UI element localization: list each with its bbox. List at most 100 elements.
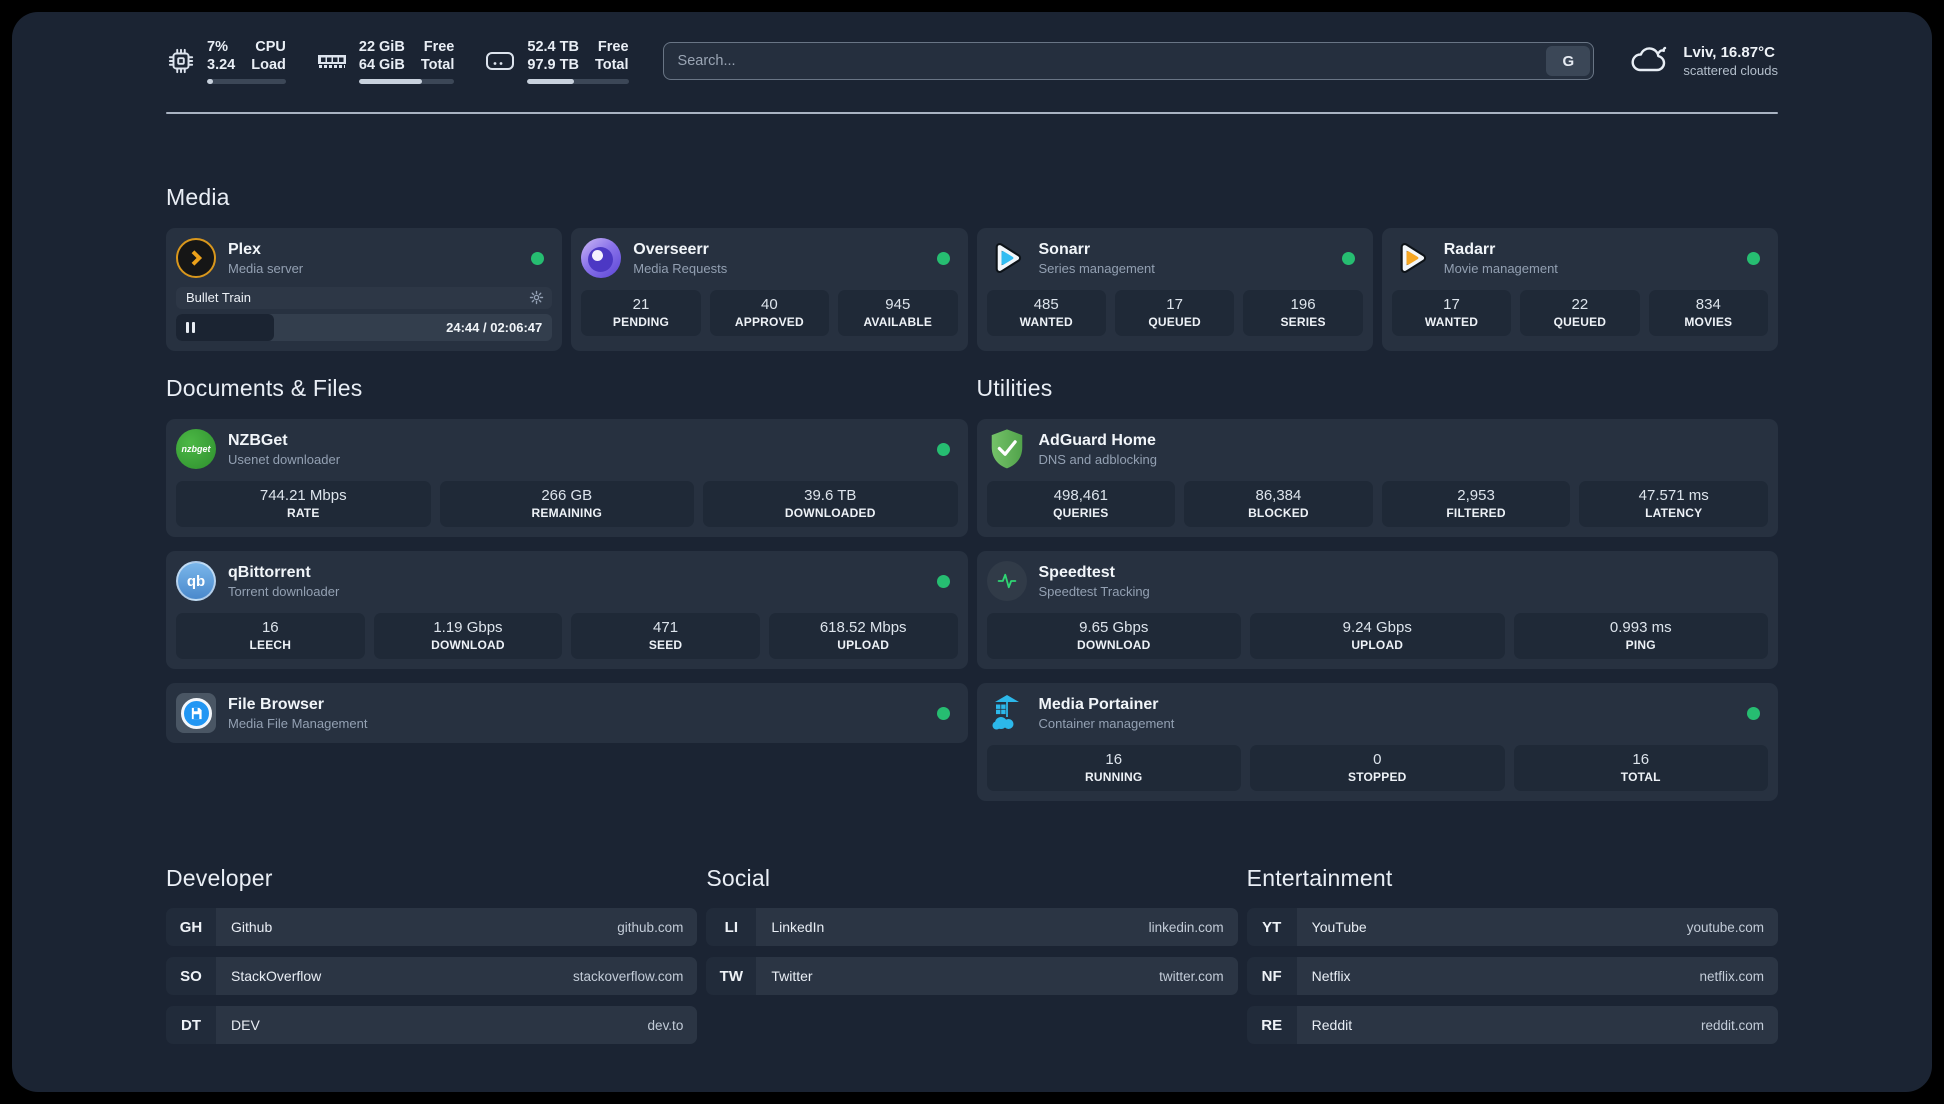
- app-subtitle: DNS and adblocking: [1038, 451, 1158, 467]
- ram-free-value: 22 GiB: [358, 39, 405, 55]
- section-title-utilities: Utilities: [976, 375, 1053, 401]
- cpu-stat: 7% 3.24 CPU Load: [166, 38, 286, 84]
- section-documents: Documents & Files nzbget NZBGet Usenet d…: [166, 375, 968, 801]
- weather-location-temp: Lviv, 16.87°C: [1683, 44, 1775, 61]
- app-subtitle: Usenet downloader: [228, 451, 341, 467]
- app-name: Overseerr: [633, 240, 709, 258]
- disk-icon: [484, 46, 516, 76]
- stat-queries: 498,461 QUERIES: [986, 481, 1176, 527]
- status-online-dot: [936, 442, 950, 456]
- app-card-radarr[interactable]: Radarr Movie management 17 WANTED 22 QUEUE…: [1381, 228, 1778, 351]
- stat-seed: 471 SEED: [571, 613, 760, 659]
- bookmark-linkedin[interactable]: LI LinkedIn linkedin.com: [706, 908, 1238, 946]
- adguard-icon: [987, 429, 1027, 469]
- playback-progress-bar[interactable]: 24:44 / 02:06:47: [176, 314, 553, 341]
- gear-icon[interactable]: [529, 290, 544, 305]
- bookmark-abbr: YT: [1246, 908, 1297, 946]
- stat-wanted: 485 WANTED: [986, 290, 1106, 336]
- cpu-usage-label: CPU: [255, 39, 286, 55]
- stat-download: 1.19 Gbps DOWNLOAD: [373, 613, 563, 659]
- disk-free-value: 52.4 TB: [527, 39, 579, 55]
- nzbget-icon: nzbget: [176, 429, 216, 469]
- bookmark-dev[interactable]: DT DEV dev.to: [166, 1006, 698, 1044]
- stat-leech: 16 LEECH: [176, 613, 365, 659]
- section-title-media: Media: [166, 184, 230, 210]
- status-online-dot: [1747, 251, 1760, 265]
- bookmark-abbr: SO: [166, 957, 216, 995]
- bookmark-twitter[interactable]: TW Twitter twitter.com: [706, 957, 1238, 995]
- search-provider-button[interactable]: G: [1546, 46, 1591, 76]
- search-input[interactable]: [662, 42, 1595, 80]
- app-card-nzbget[interactable]: nzbget NZBGet Usenet downloader 744.21 M…: [166, 419, 968, 537]
- disk-progress-bar: [527, 79, 629, 84]
- stat-stopped: 0 STOPPED: [1250, 745, 1505, 791]
- stat-wanted: 17 WANTED: [1391, 290, 1512, 336]
- app-card-adguard[interactable]: AdGuard Home DNS and adblocking 498,461 Q…: [976, 419, 1778, 537]
- dashboard-panel: 7% 3.24 CPU Load 22 GiB 64 GiB Free Tota…: [12, 12, 1932, 1092]
- disk-total-label: Total: [594, 57, 629, 73]
- bookmark-reddit[interactable]: RE Reddit reddit.com: [1246, 1006, 1778, 1044]
- stat-pending: 21 PENDING: [581, 290, 701, 336]
- stat-latency: 47.571 ms LATENCY: [1579, 481, 1768, 527]
- status-online-dot: [936, 251, 950, 265]
- cloud-icon: [1628, 42, 1670, 81]
- status-online-dot: [531, 251, 545, 265]
- playback-time: 24:44 / 02:06:47: [446, 320, 543, 335]
- section-title-social: Social: [706, 865, 771, 891]
- bookmark-netflix[interactable]: NF Netflix netflix.com: [1246, 957, 1778, 995]
- app-subtitle: Container management: [1038, 715, 1175, 731]
- app-card-speedtest[interactable]: Speedtest Speedtest Tracking 9.65 Gbps DO…: [976, 551, 1778, 669]
- bookmark-github[interactable]: GH Github github.com: [166, 908, 698, 946]
- bookmark-abbr: GH: [166, 908, 216, 946]
- stat-queued: 17 QUEUED: [1114, 290, 1235, 336]
- section-entertainment: Entertainment YT YouTube youtube.com NF N…: [1246, 865, 1778, 1044]
- bookmark-abbr: LI: [706, 908, 757, 946]
- app-name: File Browser: [228, 695, 325, 713]
- app-subtitle: Media File Management: [228, 715, 368, 731]
- stat-download: 9.65 Gbps DOWNLOAD: [986, 613, 1241, 659]
- ram-icon: [316, 46, 348, 76]
- app-card-portainer[interactable]: Media Portainer Container management 16 R…: [976, 683, 1778, 801]
- stat-upload: 9.24 Gbps UPLOAD: [1250, 613, 1505, 659]
- stat-upload: 618.52 Mbps UPLOAD: [768, 613, 958, 659]
- app-card-qbittorrent[interactable]: qb qBittorrent Torrent downloader 16 LEEC…: [166, 551, 968, 669]
- app-card-overseerr[interactable]: Overseerr Media Requests 21 PENDING 40 APP…: [571, 228, 968, 351]
- weather-widget: Lviv, 16.87°C scattered clouds: [1628, 42, 1778, 81]
- qbittorrent-icon: qb: [176, 561, 216, 601]
- ram-free-label: Free: [423, 39, 455, 55]
- pause-icon[interactable]: [186, 322, 195, 333]
- memory-stat: 22 GiB 64 GiB Free Total: [316, 38, 455, 84]
- stat-downloaded: 39.6 TB DOWNLOADED: [703, 481, 958, 527]
- app-name: qBittorrent: [228, 563, 311, 581]
- status-online-dot: [936, 706, 950, 720]
- ram-total-value: 64 GiB: [358, 57, 405, 73]
- section-title-developer: Developer: [166, 865, 273, 891]
- header-divider: [166, 112, 1778, 114]
- sonarr-icon: [987, 238, 1027, 278]
- now-playing-title: Bullet Train: [186, 290, 252, 305]
- section-utilities: Utilities AdGuard Home DNS and adblockin…: [976, 375, 1778, 801]
- section-developer: Developer GH Github github.com SO StackOv…: [166, 865, 698, 1044]
- bookmark-abbr: DT: [166, 1006, 216, 1044]
- app-name: Radarr: [1443, 240, 1496, 258]
- app-card-plex[interactable]: Plex Media server Bullet Train 24:44 / 0…: [166, 228, 563, 351]
- bookmark-abbr: TW: [706, 957, 757, 995]
- top-bar: 7% 3.24 CPU Load 22 GiB 64 GiB Free Tota…: [166, 12, 1778, 84]
- disk-total-value: 97.9 TB: [527, 57, 579, 73]
- app-card-sonarr[interactable]: Sonarr Series management 485 WANTED 17 QUE…: [976, 228, 1373, 351]
- cpu-load-value: 3.24: [207, 57, 236, 73]
- weather-condition: scattered clouds: [1683, 63, 1778, 78]
- plex-now-playing: Bullet Train 24:44 / 02:06:47: [176, 287, 553, 341]
- bookmark-stackoverflow[interactable]: SO StackOverflow stackoverflow.com: [166, 957, 698, 995]
- status-online-dot: [1341, 251, 1355, 265]
- section-social: Social LI LinkedIn linkedin.com TW Twitte…: [706, 865, 1238, 1044]
- stat-running: 16 RUNNING: [986, 745, 1241, 791]
- app-name: Media Portainer: [1038, 695, 1159, 713]
- cpu-usage-value: 7%: [207, 39, 228, 55]
- stat-remaining: 266 GB REMAINING: [439, 481, 694, 527]
- bookmark-youtube[interactable]: YT YouTube youtube.com: [1246, 908, 1778, 946]
- app-subtitle: Torrent downloader: [228, 583, 340, 599]
- app-subtitle: Movie management: [1443, 260, 1558, 276]
- app-card-filebrowser[interactable]: File Browser Media File Management: [166, 683, 968, 743]
- app-subtitle: Media server: [228, 260, 304, 276]
